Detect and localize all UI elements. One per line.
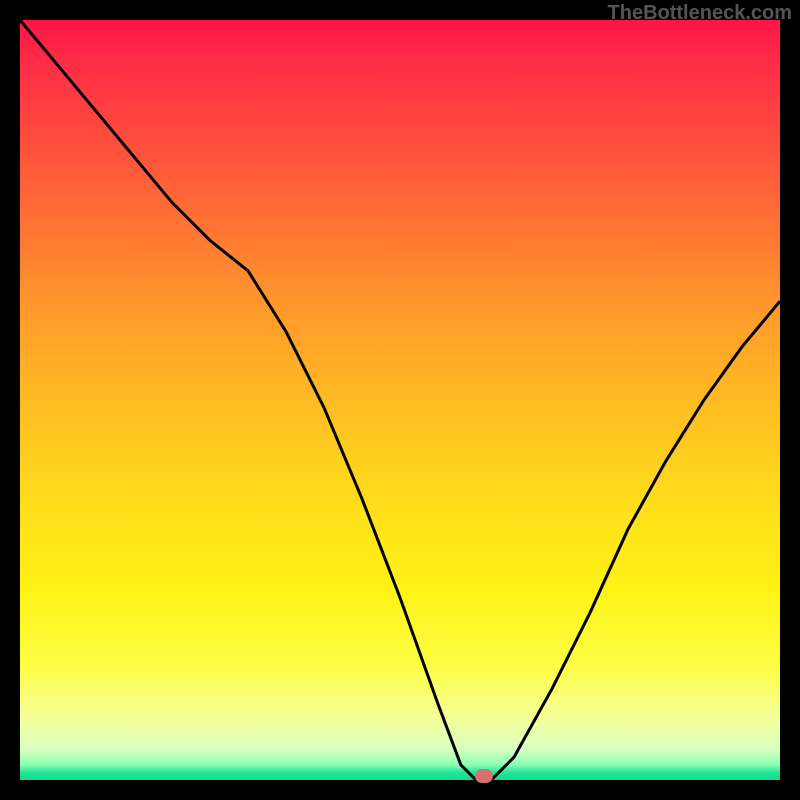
- plot-area: [20, 20, 780, 780]
- optimum-marker: [475, 769, 493, 783]
- bottleneck-curve: [20, 20, 780, 780]
- watermark-label: TheBottleneck.com: [608, 2, 792, 25]
- curve-svg: [20, 20, 780, 780]
